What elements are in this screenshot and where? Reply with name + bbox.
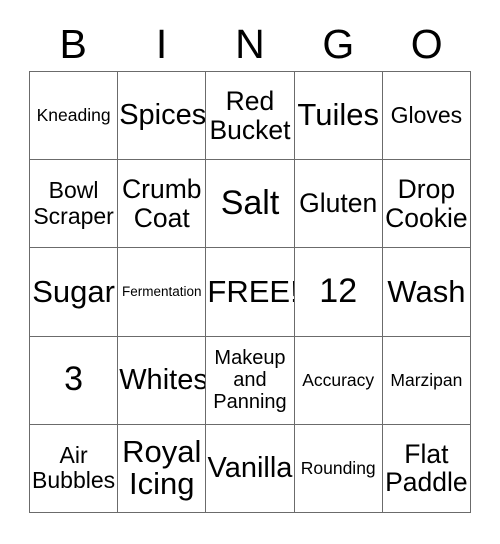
- bingo-cell-label: FREE!: [207, 273, 295, 309]
- bingo-cell-n4[interactable]: Makeup and Panning: [206, 336, 295, 425]
- bingo-grid: Kneading Spices Red Bucket Tuiles Gloves…: [29, 71, 471, 513]
- bingo-cell-label: Flat Paddle: [385, 438, 468, 498]
- bingo-cell-label: Red Bucket: [209, 85, 291, 145]
- bingo-cell-i3[interactable]: Fermentation: [118, 248, 207, 337]
- bingo-cell-g2[interactable]: Gluten: [294, 160, 383, 249]
- bingo-cell-label: 3: [64, 360, 84, 399]
- bingo-cell-label: Gloves: [390, 101, 463, 128]
- bingo-cell-b4[interactable]: 3: [30, 336, 119, 425]
- bingo-cell-label: Spices: [119, 99, 207, 132]
- bingo-cell-i2[interactable]: Crumb Coat: [118, 160, 207, 249]
- bingo-cell-label: Marzipan: [390, 369, 463, 390]
- bingo-cell-o1[interactable]: Gloves: [382, 72, 471, 161]
- bingo-cell-b1[interactable]: Kneading: [30, 72, 119, 161]
- bingo-header-letter-n: N: [235, 21, 265, 67]
- bingo-header-letter-o: O: [410, 21, 443, 67]
- bingo-cell-b2[interactable]: Bowl Scraper: [30, 160, 119, 249]
- bingo-cell-i5[interactable]: Royal Icing: [118, 424, 207, 513]
- bingo-cell-o5[interactable]: Flat Paddle: [382, 424, 471, 513]
- bingo-card: B I N G O Kneading Spices Red Bucket Tui…: [0, 0, 500, 544]
- bingo-cell-g1[interactable]: Tuiles: [294, 72, 383, 161]
- bingo-cell-label: Salt: [220, 183, 280, 222]
- bingo-cell-label: 12: [319, 272, 358, 311]
- bingo-cell-label: Whites: [119, 363, 207, 396]
- bingo-cell-label: Wash: [387, 273, 466, 309]
- bingo-cell-label: Rounding: [300, 457, 376, 478]
- bingo-cell-label: Kneading: [36, 104, 111, 125]
- bingo-header-letter-b: B: [59, 21, 87, 67]
- bingo-cell-g5[interactable]: Rounding: [294, 424, 383, 513]
- bingo-cell-label: Crumb Coat: [122, 174, 202, 233]
- bingo-header-letter-i: I: [155, 21, 168, 67]
- bingo-cell-label: Air Bubbles: [32, 442, 116, 494]
- bingo-cell-label: Tuiles: [297, 97, 379, 133]
- bingo-cell-i1[interactable]: Spices: [118, 72, 207, 161]
- bingo-cell-label: Makeup and Panning: [213, 346, 287, 414]
- bingo-cell-label: Gluten: [299, 188, 378, 219]
- bingo-cell-n5[interactable]: Vanilla: [206, 424, 295, 513]
- bingo-cell-o2[interactable]: Drop Cookie: [382, 160, 471, 249]
- bingo-cell-o3[interactable]: Wash: [382, 248, 471, 337]
- bingo-cell-n2[interactable]: Salt: [206, 160, 295, 249]
- bingo-cell-label: Accuracy: [302, 369, 375, 390]
- bingo-cell-label: Sugar: [32, 273, 115, 309]
- bingo-cell-g4[interactable]: Accuracy: [294, 336, 383, 425]
- bingo-cell-n1[interactable]: Red Bucket: [206, 72, 295, 161]
- bingo-cell-b5[interactable]: Air Bubbles: [30, 424, 119, 513]
- bingo-cell-label: Royal Icing: [122, 433, 202, 502]
- bingo-cell-b3[interactable]: Sugar: [30, 248, 119, 337]
- bingo-cell-label: Fermentation: [122, 283, 202, 299]
- bingo-cell-label: Vanilla: [207, 452, 293, 485]
- bingo-cell-label: Drop Cookie: [385, 174, 468, 233]
- bingo-cell-i4[interactable]: Whites: [118, 336, 207, 425]
- bingo-cell-o4[interactable]: Marzipan: [382, 336, 471, 425]
- bingo-cell-g3[interactable]: 12: [294, 248, 383, 337]
- bingo-cell-free[interactable]: FREE!: [206, 248, 295, 337]
- bingo-header-row: B I N G O: [29, 18, 471, 71]
- bingo-cell-label: Bowl Scraper: [33, 177, 114, 229]
- bingo-header-letter-g: G: [322, 21, 355, 67]
